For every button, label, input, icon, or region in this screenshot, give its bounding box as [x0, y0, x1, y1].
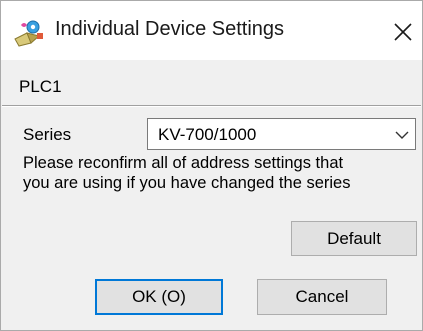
- section-divider: [2, 105, 421, 107]
- ok-button[interactable]: OK (O): [95, 279, 223, 315]
- chevron-down-icon: [395, 128, 409, 142]
- default-button[interactable]: Default: [291, 221, 417, 256]
- series-selected-value: KV-700/1000: [158, 125, 257, 144]
- cancel-button[interactable]: Cancel: [257, 279, 387, 315]
- individual-device-settings-dialog: Individual Device Settings PLC1 Series K…: [0, 0, 423, 331]
- series-change-note: Please reconfirm all of address settings…: [23, 153, 423, 193]
- close-icon[interactable]: [388, 17, 418, 47]
- app-settings-icon: [13, 19, 45, 47]
- series-label: Series: [23, 125, 72, 144]
- series-dropdown[interactable]: KV-700/1000: [147, 118, 416, 150]
- window-title: Individual Device Settings: [55, 18, 285, 40]
- note-line-1: Please reconfirm all of address settings…: [23, 154, 344, 172]
- title-bar[interactable]: Individual Device Settings: [1, 1, 422, 60]
- note-line-2: you are using if you have changed the se…: [23, 174, 351, 192]
- device-name-label: PLC1: [19, 77, 62, 96]
